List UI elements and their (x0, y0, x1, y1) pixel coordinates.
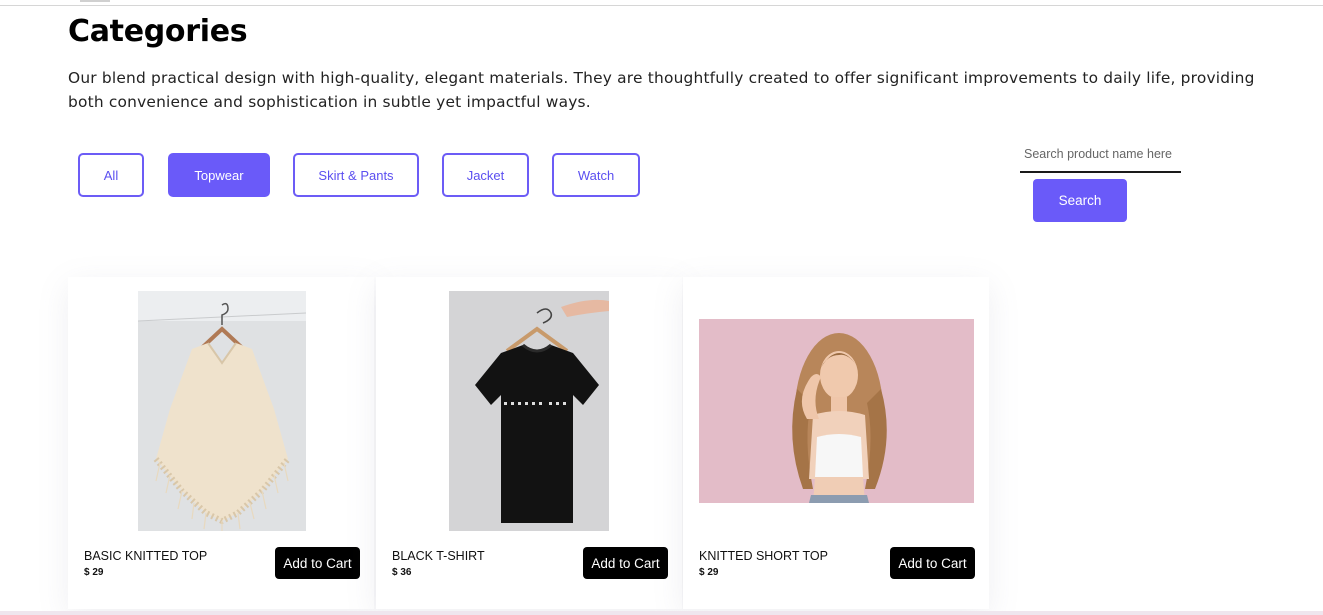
top-divider (0, 5, 1323, 6)
product-image-black-tshirt[interactable] (449, 291, 609, 531)
black-tshirt-image (449, 291, 609, 531)
product-name: BLACK T-SHIRT (392, 549, 485, 563)
knitted-top-image (138, 291, 306, 531)
browser-tab-edge (80, 0, 110, 2)
filter-topwear-button[interactable]: Topwear (168, 153, 270, 197)
page-title: Categories (68, 14, 248, 49)
product-card: KNITTED SHORT TOP $ 29 Add to Cart (683, 277, 989, 609)
product-name: BASIC KNITTED TOP (84, 549, 208, 563)
search-input[interactable] (1020, 136, 1181, 173)
add-to-cart-button[interactable]: Add to Cart (275, 547, 360, 579)
product-image-knitted-short-top[interactable] (699, 319, 974, 503)
product-price: $ 29 (84, 567, 104, 578)
product-image-knitted-top[interactable] (138, 291, 306, 531)
add-to-cart-button[interactable]: Add to Cart (583, 547, 668, 579)
filter-jacket-button[interactable]: Jacket (442, 153, 529, 197)
filter-skirt-pants-button[interactable]: Skirt & Pants (293, 153, 419, 197)
filter-all-button[interactable]: All (78, 153, 144, 197)
product-card: BLACK T-SHIRT $ 36 Add to Cart (376, 277, 682, 609)
product-card: BASIC KNITTED TOP $ 29 Add to Cart (68, 277, 374, 609)
product-price: $ 36 (392, 567, 412, 578)
filter-watch-button[interactable]: Watch (552, 153, 640, 197)
product-name: KNITTED SHORT TOP (699, 549, 828, 563)
add-to-cart-button[interactable]: Add to Cart (890, 547, 975, 579)
bottom-divider (0, 611, 1323, 615)
product-price: $ 29 (699, 567, 719, 578)
search-button[interactable]: Search (1033, 179, 1127, 222)
page-description: Our blend practical design with high-qua… (68, 69, 1255, 111)
knitted-short-top-image (699, 319, 974, 503)
